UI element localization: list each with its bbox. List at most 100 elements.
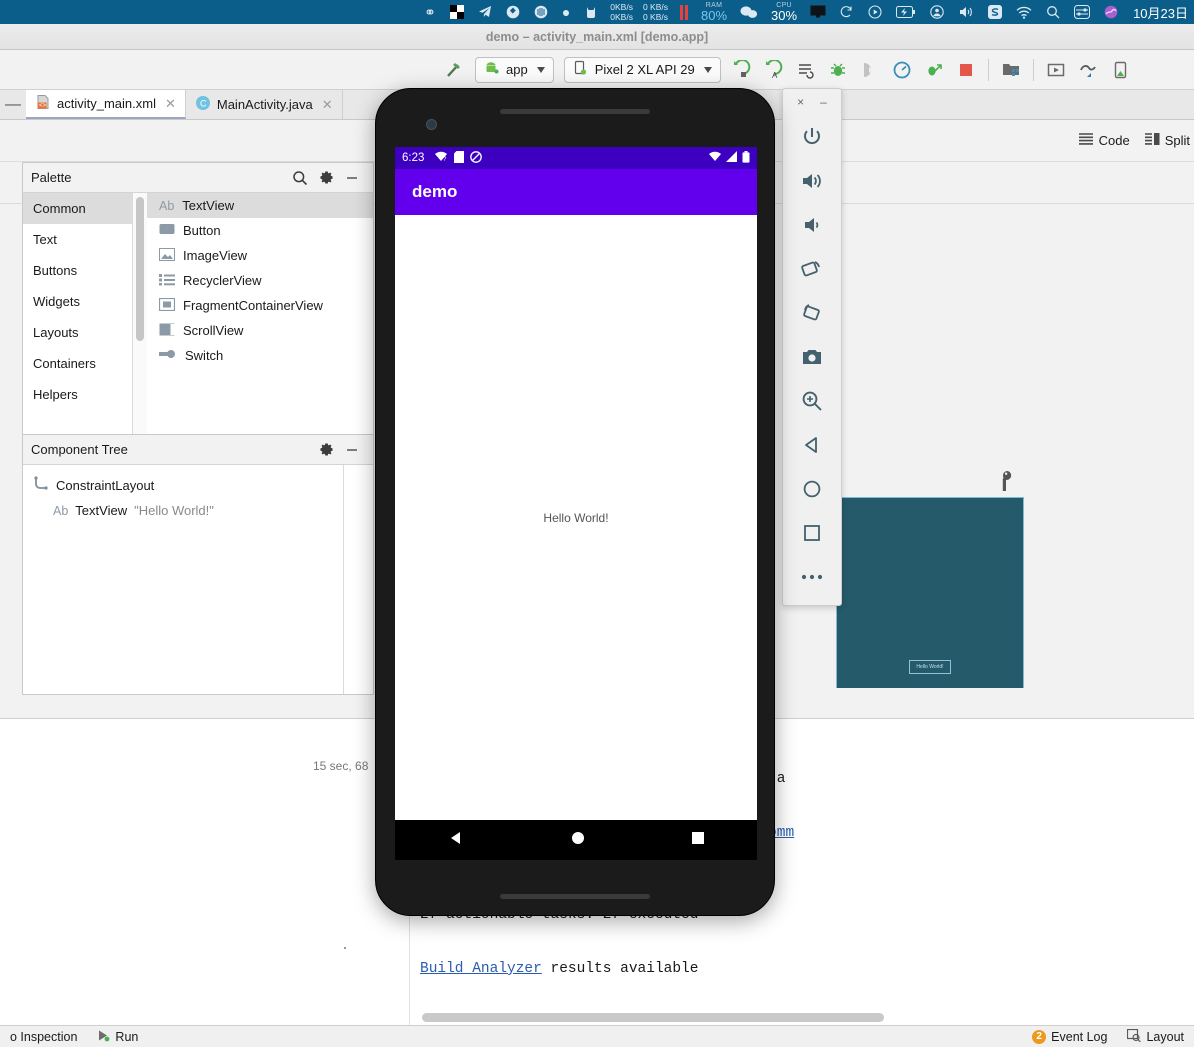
palette-item-switch[interactable]: Switch [147,343,373,368]
sdk-manager-icon[interactable] [995,53,1027,87]
volume-icon[interactable] [951,0,981,24]
split-view-button[interactable]: Split [1144,132,1190,149]
tab-mainactivity-java[interactable]: C MainActivity.java ✕ [186,90,343,119]
baidu-netdisk-icon[interactable] [443,0,471,24]
screen-icon[interactable] [803,0,833,24]
debug-icon[interactable] [822,53,854,87]
emulator-screen[interactable]: 6:23 ? demo Hello World! [395,147,757,860]
volume-up-icon[interactable] [790,159,834,203]
cpu-indicator[interactable]: CPU 30% [765,2,803,22]
close-icon[interactable]: ✕ [165,96,176,112]
palette-category-widgets[interactable]: Widgets [23,286,132,317]
search-icon[interactable] [1039,0,1067,24]
notification-icon[interactable] [1097,0,1125,24]
palette-category-buttons[interactable]: Buttons [23,255,132,286]
wifi-icon[interactable] [1009,0,1039,24]
palette-item-label: ImageView [183,248,248,263]
rotate-right-icon[interactable] [790,291,834,335]
nav-back-icon[interactable] [447,829,465,852]
rotate-icon[interactable] [833,0,861,24]
device-file-explorer-icon[interactable] [1104,53,1136,87]
nav-home-icon[interactable] [570,830,586,851]
build-tree-pane[interactable]: 15 sec, 68 [0,719,410,1031]
palette-item-imageview[interactable]: ImageView [147,243,373,268]
account-icon[interactable] [923,0,951,24]
run-icon[interactable] [726,53,758,87]
palette-scrollbar[interactable] [133,193,147,434]
window-titlebar: demo – activity_main.xml [demo.app] [0,24,1194,50]
android-app-content[interactable]: Hello World! [395,215,757,820]
wechat-icon[interactable] [733,0,765,24]
statusbar-inspection[interactable]: o Inspection [0,1030,87,1044]
ram-indicator[interactable]: RAM 80% [695,2,733,22]
tree-node-textview[interactable]: Ab TextView "Hello World!" [23,498,373,523]
statusbar-layout-inspector[interactable]: Layout [1117,1028,1194,1045]
palette-item-recyclerview[interactable]: RecyclerView [147,268,373,293]
nav-recents-icon[interactable] [691,831,705,850]
wrench-icon[interactable] [996,470,1014,497]
blueprint-textview-widget[interactable]: Hello World! [909,660,951,674]
run-with-coverage-icon[interactable]: A [758,53,790,87]
rotate-left-icon[interactable] [790,247,834,291]
sync-gradle-icon[interactable] [1072,53,1104,87]
run-anything-icon[interactable] [918,53,950,87]
apply-changes-icon[interactable] [790,53,822,87]
cat-icon[interactable] [577,0,605,24]
home-icon[interactable] [790,467,834,511]
telegram-icon[interactable] [471,0,499,24]
blueprint-preview[interactable]: Hello World! [836,497,1024,688]
play-circle-icon[interactable] [861,0,889,24]
palette-category-layouts[interactable]: Layouts [23,317,132,348]
overview-icon[interactable] [790,511,834,555]
code-view-button[interactable]: Code [1078,132,1130,149]
palette-category-label: Containers [33,356,96,371]
sogou-icon[interactable] [981,0,1009,24]
close-icon[interactable]: ✕ [322,97,333,113]
palette-category-containers[interactable]: Containers [23,348,132,379]
menubar-date[interactable]: 10月23日 [1125,3,1194,22]
tab-activity-main-xml[interactable]: <> activity_main.xml ✕ [26,90,186,119]
evernote-icon[interactable]: ● [555,0,577,24]
build-analyzer-link[interactable]: Build Analyzer [420,961,542,977]
palette-item-scrollview[interactable]: ScrollView [147,318,373,343]
gear-icon[interactable] [313,165,339,191]
statusbar-event-log[interactable]: 2 Event Log [1022,1029,1117,1044]
browser-icon[interactable] [499,0,527,24]
gear-icon[interactable] [313,437,339,463]
power-icon[interactable] [790,115,834,159]
pause-icon[interactable] [673,0,695,24]
java-class-icon: C [195,95,211,114]
palette-category-common[interactable]: Common [23,193,132,224]
fingerprint-icon[interactable] [527,0,555,24]
device-selector[interactable]: Pixel 2 XL API 29 [563,56,721,83]
palette-item-textview[interactable]: Ab TextView [147,193,373,218]
minimize-icon[interactable] [339,437,365,463]
screenshot-icon[interactable] [790,335,834,379]
control-center-icon[interactable] [1067,0,1097,24]
tabs-collapse-icon[interactable]: — [0,90,26,119]
profiler-icon[interactable] [886,53,918,87]
zoom-icon[interactable] [790,379,834,423]
palette-item-button[interactable]: Button [147,218,373,243]
tree-node-constraintlayout[interactable]: ConstraintLayout [23,473,373,498]
qq-icon[interactable]: ⚭ [417,0,443,24]
palette-category-text[interactable]: Text [23,224,132,255]
avd-manager-icon[interactable] [1040,53,1072,87]
hammer-icon[interactable] [438,53,470,87]
search-icon[interactable] [287,165,313,191]
android-status-bar: 6:23 ? [395,147,757,169]
module-selector[interactable]: app [475,56,554,83]
volume-down-icon[interactable] [790,203,834,247]
minimize-icon[interactable]: – [820,95,827,109]
attach-debugger-icon[interactable] [854,53,886,87]
minimize-icon[interactable] [339,165,365,191]
statusbar-run-tab[interactable]: Run [87,1029,148,1045]
stop-icon[interactable] [950,53,982,87]
battery-charging-icon[interactable] [889,0,923,24]
back-icon[interactable] [790,423,834,467]
close-icon[interactable]: × [797,95,804,109]
palette-category-helpers[interactable]: Helpers [23,379,132,410]
more-icon[interactable] [790,555,834,599]
console-horizontal-scrollbar[interactable] [422,1013,884,1022]
palette-item-fragmentcontainerview[interactable]: FragmentContainerView [147,293,373,318]
